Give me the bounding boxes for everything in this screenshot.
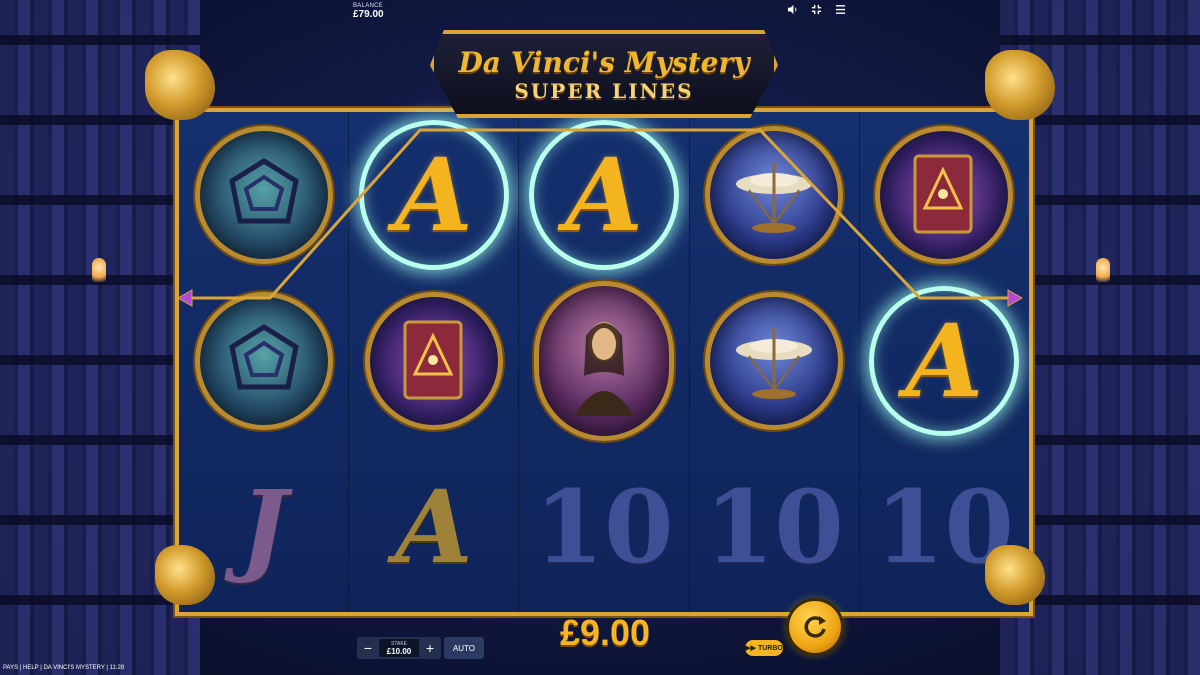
dodecahedron-icon xyxy=(228,324,299,390)
turbo-label: TURBO xyxy=(757,644,783,652)
gem-medal xyxy=(194,292,333,430)
symbol-helicopter xyxy=(690,278,859,444)
footer-info: PAYS | HELP | DA VINCI'S MYSTERY | 11:28 xyxy=(3,665,125,671)
win-highlight-ring xyxy=(358,120,509,270)
symbol-10: 10 xyxy=(690,444,859,610)
lamp-right xyxy=(1096,258,1110,282)
win-highlight-ring xyxy=(529,120,679,270)
book-medal xyxy=(875,126,1014,264)
collapse-icon[interactable] xyxy=(810,3,822,15)
book-icon xyxy=(403,320,463,400)
game-stage: BALANCE £79.00 J A A A 10 10 A 10 Da Vin… xyxy=(0,0,1200,675)
symbol-book xyxy=(349,278,518,444)
symbol-a: A xyxy=(349,444,518,610)
fast-forward-icon: ▶▶ xyxy=(745,645,756,652)
speaker-icon[interactable] xyxy=(786,3,798,15)
symbol-book xyxy=(860,112,1029,278)
reel-4: 10 xyxy=(688,112,859,612)
flying-machine-icon xyxy=(736,162,813,233)
portrait-icon xyxy=(574,322,634,416)
game-subtitle: SUPER LINES xyxy=(514,78,694,103)
hud-icons xyxy=(786,3,846,15)
lamp-left xyxy=(92,258,106,282)
symbol-letter: A xyxy=(395,468,473,586)
book-medal xyxy=(364,292,503,430)
symbol-a-winning: A xyxy=(519,112,688,278)
symbol-gem xyxy=(179,112,348,278)
helicopter-medal xyxy=(705,126,844,264)
reel-set: J A A A 10 10 A 10 xyxy=(179,112,1030,612)
flying-machine-icon xyxy=(736,328,813,399)
reel-2: A A xyxy=(348,112,519,612)
reel-3: A 10 xyxy=(518,112,689,612)
symbol-10: 10 xyxy=(519,444,688,610)
stake-value: £10.00 xyxy=(386,646,412,656)
menu-icon[interactable] xyxy=(834,3,846,15)
stake-control: − STAKE £10.00 + xyxy=(357,637,441,659)
win-amount: £9.00 xyxy=(559,612,651,653)
spin-button[interactable] xyxy=(789,601,841,653)
book-icon xyxy=(913,154,973,234)
balance-value: £79.00 xyxy=(353,9,384,20)
refresh-icon xyxy=(804,616,826,638)
symbol-letter: J xyxy=(239,468,288,586)
reel-frame: J A A A 10 10 A 10 xyxy=(175,108,1033,616)
reel-1: J xyxy=(179,112,349,612)
symbol-letter: 10 xyxy=(704,468,844,586)
symbol-a-winning: A xyxy=(349,112,518,278)
dodecahedron-icon xyxy=(228,158,299,224)
game-logo: Da Vinci's Mystery SUPER LINES xyxy=(430,30,778,118)
game-title: Da Vinci's Mystery xyxy=(458,45,750,79)
helicopter-medal xyxy=(705,292,844,430)
symbol-a-winning: A xyxy=(860,278,1029,444)
symbol-mona-lisa xyxy=(519,278,688,444)
gem-medal xyxy=(194,126,333,264)
stake-display: STAKE £10.00 xyxy=(379,639,419,657)
balance-display: BALANCE £79.00 xyxy=(353,3,384,20)
turbo-button[interactable]: ▶▶ TURBO xyxy=(745,640,783,656)
win-highlight-ring xyxy=(869,286,1020,436)
mona-lisa-portrait xyxy=(534,281,674,441)
symbol-helicopter xyxy=(690,112,859,278)
symbol-letter: 10 xyxy=(534,468,674,586)
symbol-gem xyxy=(179,278,348,444)
stake-increase-button[interactable]: + xyxy=(419,637,441,659)
stake-decrease-button[interactable]: − xyxy=(357,637,379,659)
reel-5: A 10 xyxy=(858,112,1030,612)
frame-ornament-top-left xyxy=(145,50,215,120)
autoplay-button[interactable]: AUTO xyxy=(444,637,484,659)
